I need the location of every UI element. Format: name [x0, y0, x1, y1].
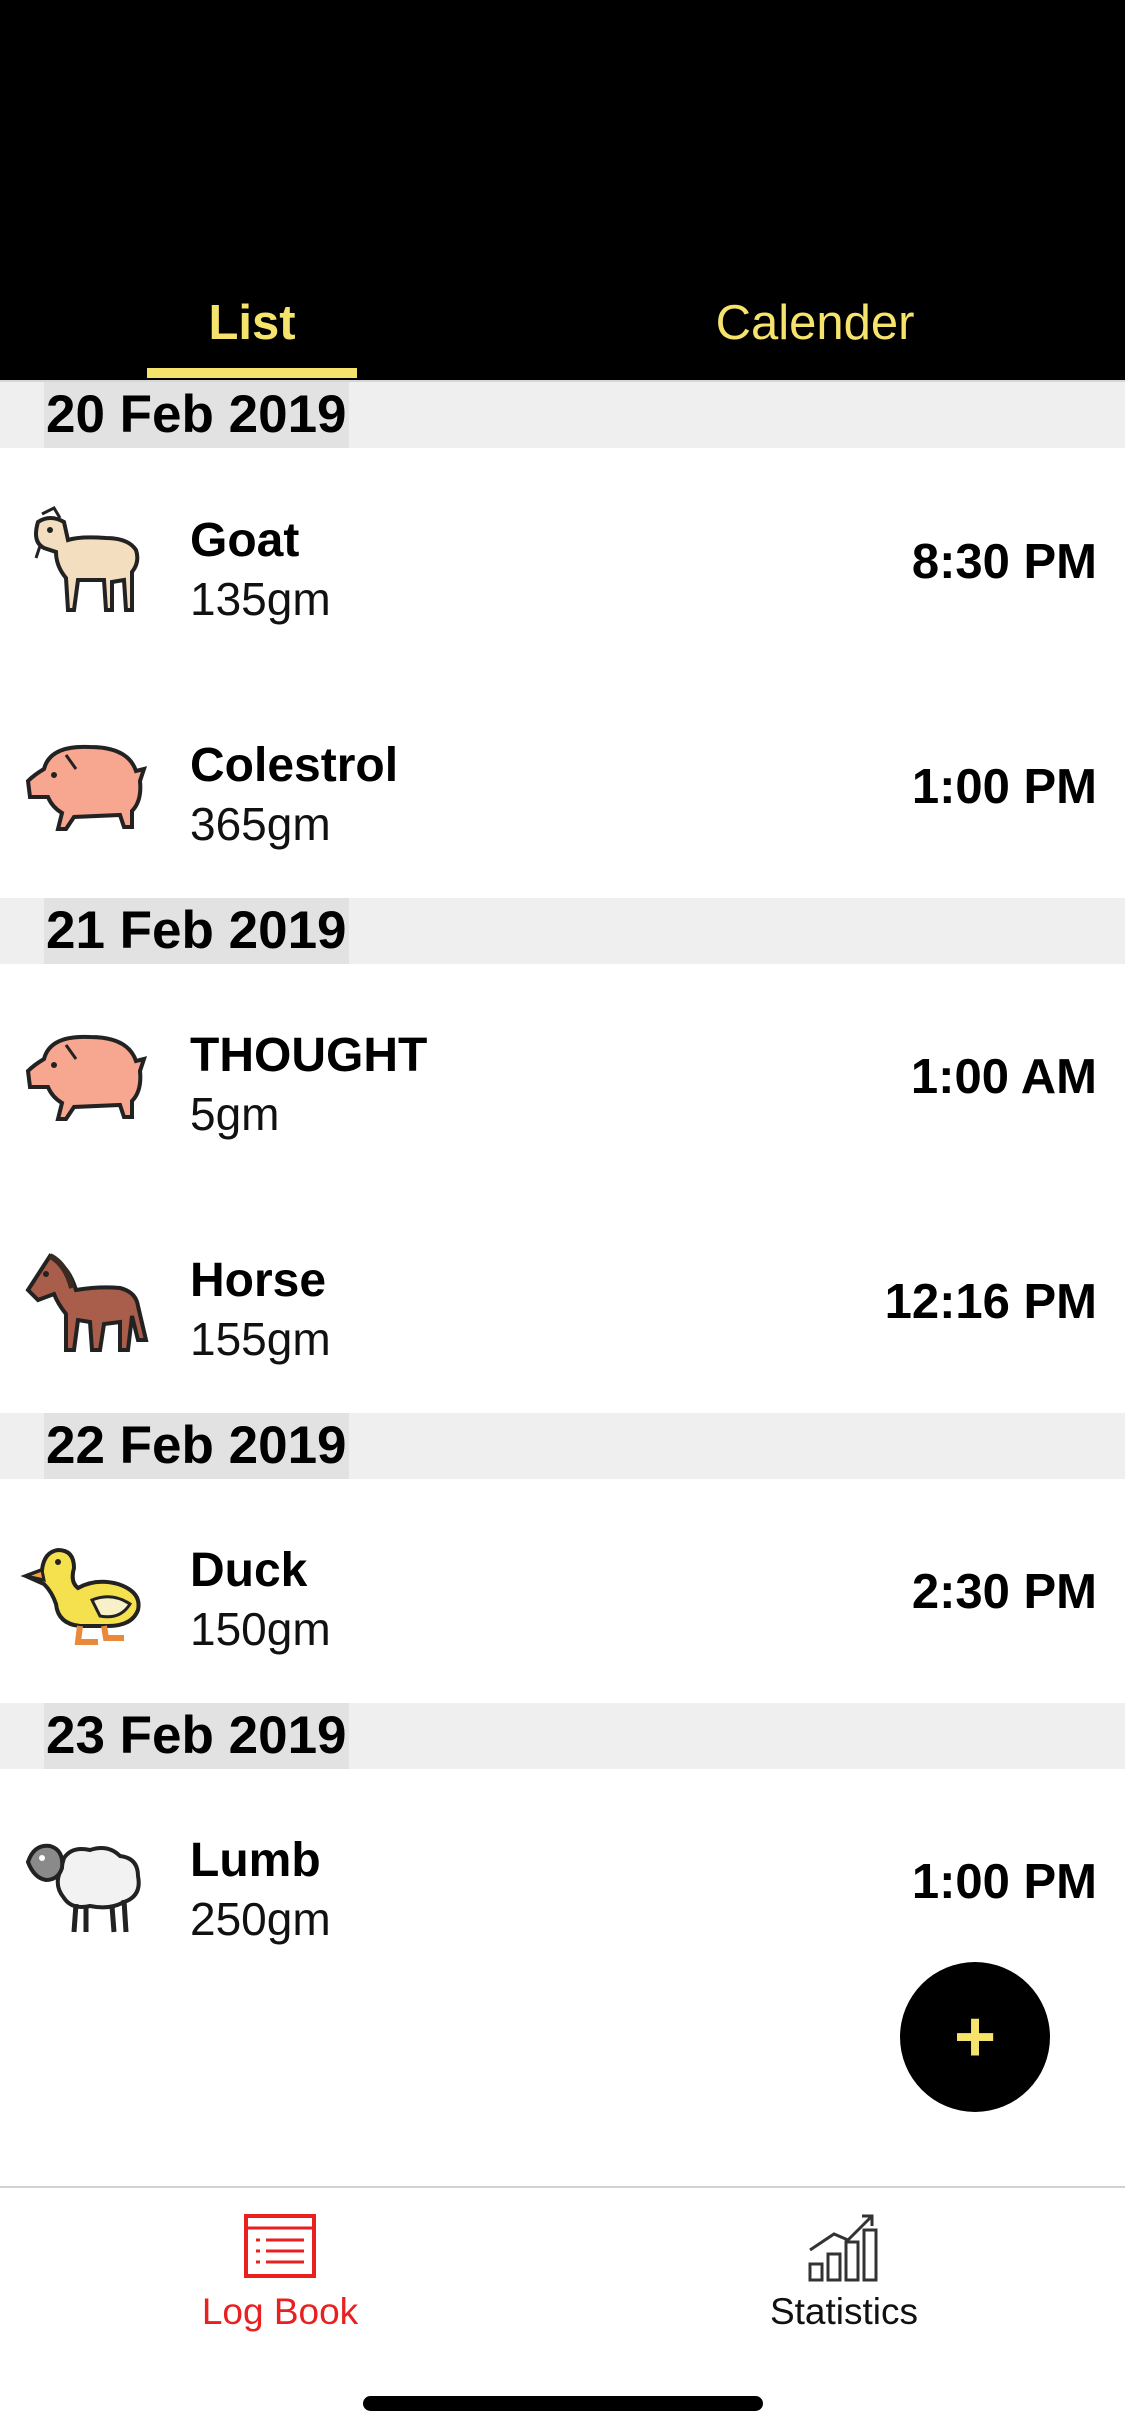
section-header: 22 Feb 2019: [0, 1413, 1125, 1479]
section-date: 23 Feb 2019: [44, 1703, 349, 1769]
entry-name: Goat: [190, 514, 300, 567]
nav-log-book[interactable]: Log Book: [80, 2200, 480, 2340]
sheep-icon: [25, 1843, 141, 1933]
entry-name: THOUGHT: [190, 1029, 428, 1082]
list-item[interactable]: Horse 155gm 12:16 PM: [0, 1230, 1125, 1370]
nav-statistics[interactable]: Statistics: [644, 2200, 1044, 2340]
section-date: 20 Feb 2019: [44, 382, 349, 448]
section-date: 21 Feb 2019: [44, 898, 349, 964]
nav-label: Statistics: [769, 2291, 919, 2332]
entry-weight: 135gm: [190, 573, 331, 625]
list-item[interactable]: Lumb 250gm 1:00 PM: [0, 1810, 1125, 1950]
entry-name: Duck: [190, 1544, 308, 1597]
entry-weight: 5gm: [190, 1088, 280, 1140]
add-entry-button[interactable]: +: [900, 1962, 1050, 2112]
entry-time: 2:30 PM: [911, 1565, 1097, 1619]
goat-icon: [34, 506, 140, 612]
duck-icon: [20, 1547, 141, 1645]
list-item[interactable]: Goat 135gm 8:30 PM: [0, 490, 1125, 630]
entry-weight: 250gm: [190, 1893, 331, 1945]
entry-time: 1:00 PM: [911, 760, 1097, 814]
tab-list[interactable]: List: [147, 290, 357, 356]
entry-name: Lumb: [190, 1834, 321, 1887]
tab-calender[interactable]: Calender: [700, 290, 930, 356]
entry-name: Colestrol: [190, 739, 399, 792]
section-header: 23 Feb 2019: [0, 1703, 1125, 1769]
logbook-icon: [244, 2214, 316, 2278]
home-indicator: [363, 2396, 763, 2411]
nav-label: Log Book: [201, 2291, 359, 2332]
entry-time: 12:16 PM: [884, 1275, 1097, 1329]
list-item[interactable]: THOUGHT 5gm 1:00 AM: [0, 1005, 1125, 1145]
horse-icon: [25, 1253, 149, 1352]
tab-indicator: [147, 368, 357, 378]
statistics-icon: [808, 2214, 878, 2282]
entry-time: 1:00 AM: [910, 1050, 1097, 1104]
section-date: 22 Feb 2019: [44, 1413, 349, 1479]
section-header: 21 Feb 2019: [0, 898, 1125, 964]
list-item[interactable]: Duck 150gm 2:30 PM: [0, 1520, 1125, 1660]
entry-name: Horse: [190, 1254, 327, 1307]
list-item[interactable]: Colestrol 365gm 1:00 PM: [0, 715, 1125, 855]
entry-weight: 365gm: [190, 798, 331, 850]
entry-time: 1:00 PM: [911, 1855, 1097, 1909]
pig-icon: [25, 1034, 148, 1121]
pig-icon: [25, 744, 148, 831]
entry-weight: 150gm: [190, 1603, 331, 1655]
entry-time: 8:30 PM: [911, 535, 1097, 589]
divider: [0, 2186, 1125, 2188]
entry-weight: 155gm: [190, 1313, 331, 1365]
section-header: 20 Feb 2019: [0, 382, 1125, 448]
